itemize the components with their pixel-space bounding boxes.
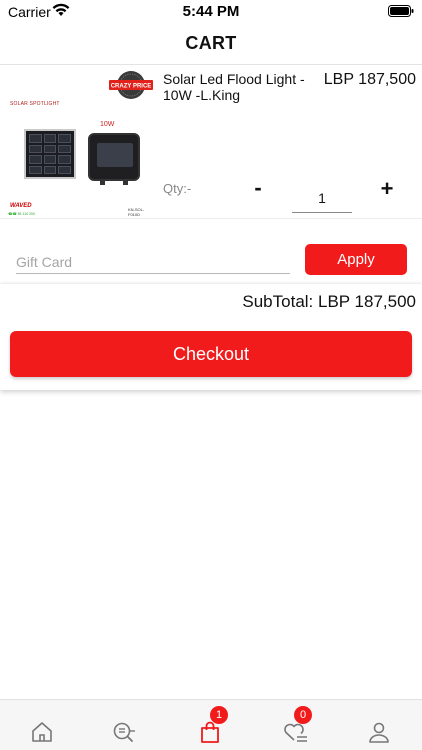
apply-gift-card-button[interactable]: Apply — [305, 244, 407, 275]
wishlist-count-badge: 0 — [294, 706, 312, 724]
search-list-icon — [113, 722, 135, 742]
product-name[interactable]: Solar Led Flood Light - 10W -L.King — [163, 71, 313, 103]
item-divider — [0, 218, 422, 219]
status-bar: Carrier 5:44 PM — [0, 0, 422, 22]
decrease-quantity-button[interactable]: - — [248, 177, 268, 201]
brand-logo: WAVED — [10, 203, 32, 209]
checkout-button[interactable]: Checkout — [10, 331, 412, 377]
image-wattage: 10W — [100, 121, 115, 128]
solar-panel-graphic — [24, 129, 76, 179]
image-product-code: KN-SOL-F010D — [128, 207, 145, 217]
flood-light-graphic — [88, 133, 140, 185]
tab-cart[interactable]: 1 — [198, 706, 228, 744]
user-icon — [369, 722, 389, 743]
gift-card-input[interactable] — [16, 250, 290, 274]
cart-item: SOLAR SPOTLIGHT 10W WAVED ☎☎ 81 110 200 … — [0, 65, 422, 219]
home-icon — [32, 722, 52, 742]
battery-icon — [388, 5, 414, 17]
tab-search[interactable] — [112, 720, 136, 744]
brand-contact: ☎☎ 81 110 200 — [8, 212, 35, 216]
subtotal-label: SubTotal: LBP 187,500 — [242, 292, 416, 311]
increase-quantity-button[interactable]: + — [376, 177, 398, 201]
cart-count-badge: 1 — [210, 706, 228, 724]
cart-screen: Carrier 5:44 PM CART SOLAR SPOTLIGHT 10W — [0, 0, 422, 750]
tab-bar: 1 0 — [0, 699, 422, 750]
svg-text:CRAZY PRICE: CRAZY PRICE — [111, 84, 152, 90]
page-title: CART — [185, 33, 237, 53]
quantity-field[interactable]: 1 — [292, 185, 352, 213]
tab-wishlist[interactable]: 0 — [282, 706, 312, 744]
product-price: LBP 187,500 — [323, 71, 416, 88]
clock-label: 5:44 PM — [182, 3, 240, 20]
image-caption: SOLAR SPOTLIGHT — [10, 101, 60, 107]
order-summary: SubTotal: LBP 187,500 Checkout — [0, 284, 422, 390]
qty-label: Qty:- — [163, 181, 192, 196]
tab-home[interactable] — [30, 720, 54, 744]
tab-account[interactable] — [367, 720, 391, 744]
crazy-price-badge: CRAZY PRICE — [109, 71, 153, 99]
